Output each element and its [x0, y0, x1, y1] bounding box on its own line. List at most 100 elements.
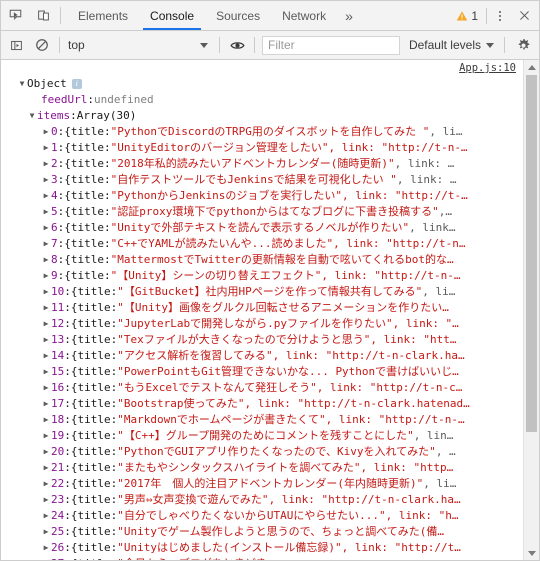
array-item-row[interactable]: 0: {title: "PythonでDiscordのTRPG用のダイスボットを… — [1, 124, 539, 140]
expand-arrow-icon[interactable] — [41, 348, 51, 364]
expand-arrow-icon[interactable] — [17, 76, 27, 92]
array-item-row[interactable]: 19: {title: "【C++】グループ開発のためにコメントを残すことにした… — [1, 428, 539, 444]
execution-context-select[interactable]: top — [64, 38, 215, 52]
array-item-title: "男声⇔女声変換で遊んでみた" — [117, 493, 269, 506]
array-item-row[interactable]: 1: {title: "UnityEditorのバージョン管理をしたい", li… — [1, 140, 539, 156]
expand-arrow-icon[interactable] — [41, 412, 51, 428]
array-item-row[interactable]: 22: {title: "2017年 個人的注目アドベントカレンダー(年内随時更… — [1, 476, 539, 492]
expand-arrow-icon[interactable] — [41, 332, 51, 348]
array-item-index: 26 — [51, 541, 65, 554]
clear-console-icon[interactable] — [29, 32, 55, 58]
gear-icon[interactable] — [509, 38, 537, 53]
expand-arrow-icon[interactable] — [41, 300, 51, 316]
array-item-row[interactable]: 10: {title: "【GitBucket】社内用HPページを作って情報共有… — [1, 284, 539, 300]
array-item-row[interactable]: 11: {title: "【Unity】画像をグルクル回転させるアニメーションを… — [1, 300, 539, 316]
tab-network[interactable]: Network — [271, 1, 337, 30]
array-item-separator: : — [64, 445, 71, 458]
expand-arrow-icon[interactable] — [41, 476, 51, 492]
filter-input[interactable]: Filter — [262, 35, 400, 55]
expand-arrow-icon[interactable] — [41, 428, 51, 444]
expand-arrow-icon[interactable] — [41, 220, 51, 236]
array-item-row[interactable]: 15: {title: "PowerPointもGit管理できないかな... P… — [1, 364, 539, 380]
expand-arrow-icon[interactable] — [41, 492, 51, 508]
tab-sources[interactable]: Sources — [205, 1, 271, 30]
array-item-index: 10 — [51, 285, 65, 298]
warning-count-badge[interactable]: 1 — [450, 9, 484, 23]
tab-console[interactable]: Console — [139, 1, 205, 30]
array-item-separator: : — [64, 365, 71, 378]
object-root-row[interactable]: Objecti — [1, 76, 539, 92]
array-item-index: 18 — [51, 413, 65, 426]
array-item-separator: : — [64, 301, 71, 314]
kebab-menu-icon[interactable] — [489, 10, 511, 21]
expand-arrow-icon[interactable] — [41, 204, 51, 220]
array-item-separator: : — [57, 141, 65, 154]
source-link[interactable]: App.js:10 — [459, 62, 516, 74]
expand-arrow-icon[interactable] — [41, 236, 51, 252]
array-item-separator: : — [64, 413, 71, 426]
info-badge-icon[interactable]: i — [71, 79, 82, 89]
expand-arrow-icon[interactable] — [41, 156, 51, 172]
expand-arrow-icon[interactable] — [41, 188, 51, 204]
array-item-row[interactable]: 16: {title: "もうExcelでテストなんて発狂しそう", link:… — [1, 380, 539, 396]
log-levels-select[interactable]: Default levels — [403, 38, 500, 52]
scroll-up-arrow-icon[interactable] — [524, 60, 539, 74]
expand-arrow-icon[interactable] — [41, 540, 51, 556]
expand-arrow-icon[interactable] — [41, 556, 51, 560]
live-expression-eye-icon[interactable] — [224, 32, 250, 58]
tab-elements[interactable]: Elements — [67, 1, 139, 30]
array-item-row[interactable]: 2: {title: "2018年私的読みたいアドベントカレンダー(随時更新)"… — [1, 156, 539, 172]
array-item-row[interactable]: 9: {title: "【Unity】シーンの切り替えエフェクト", link:… — [1, 268, 539, 284]
console-scrollbar[interactable] — [523, 60, 539, 560]
array-item-index: 7 — [51, 237, 58, 250]
more-tabs-label: » — [345, 7, 353, 24]
expand-arrow-icon[interactable] — [41, 444, 51, 460]
inspect-element-icon[interactable] — [1, 1, 29, 30]
array-item-index: 25 — [51, 525, 65, 538]
array-item-row[interactable]: 3: {title: "自作テストツールでもJenkinsで結果を可視化したい … — [1, 172, 539, 188]
array-item-row[interactable]: 23: {title: "男声⇔女声変換で遊んでみた", link: "http… — [1, 492, 539, 508]
array-item-separator: : — [57, 189, 65, 202]
scrollbar-thumb[interactable] — [526, 75, 537, 432]
expand-arrow-icon[interactable] — [41, 396, 51, 412]
expand-arrow-icon[interactable] — [27, 108, 37, 124]
expand-arrow-icon[interactable] — [41, 316, 51, 332]
console-sidebar-icon[interactable] — [3, 32, 29, 58]
array-item-row[interactable]: 18: {title: "Markdownでホームページが書きたくて", lin… — [1, 412, 539, 428]
array-item-row[interactable]: 20: {title: "PythonでGUIアプリ作りたくなったので、Kivy… — [1, 444, 539, 460]
device-toolbar-icon[interactable] — [29, 1, 57, 30]
array-item-row[interactable]: 17: {title: "Bootstrap使ってみた", link: "htt… — [1, 396, 539, 412]
array-item-row[interactable]: 5: {title: "認証proxy環境下でpythonからはてなブログに下書… — [1, 204, 539, 220]
more-tabs-chevron-icon[interactable]: » — [337, 1, 361, 30]
property-row-items[interactable]: items: Array(30) — [1, 108, 539, 124]
array-item-row[interactable]: 12: {title: "JupyterLabで開発しながら.pyファイルを作り… — [1, 316, 539, 332]
expand-arrow-icon[interactable] — [41, 364, 51, 380]
expand-arrow-icon[interactable] — [41, 508, 51, 524]
array-item-row[interactable]: 14: {title: "アクセス解析を復習してみる", link: "http… — [1, 348, 539, 364]
expand-arrow-icon[interactable] — [41, 380, 51, 396]
expand-arrow-icon[interactable] — [41, 252, 51, 268]
expand-arrow-icon[interactable] — [41, 140, 51, 156]
array-item-row[interactable]: 27: {title: "今日から、ブログをときどき… — [1, 556, 539, 560]
array-item-row[interactable]: 8: {title: "MattermostでTwitterの更新情報を自動で呟… — [1, 252, 539, 268]
expand-arrow-icon[interactable] — [41, 460, 51, 476]
array-item-prefix: {title: — [64, 157, 111, 170]
expand-arrow-icon[interactable] — [41, 284, 51, 300]
array-item-separator: : — [57, 157, 65, 170]
expand-arrow-icon[interactable] — [41, 524, 51, 540]
expand-arrow-icon[interactable] — [41, 268, 51, 284]
array-item-row[interactable]: 13: {title: "Texファイルが大きくなったので分けようと思う", l… — [1, 332, 539, 348]
expand-arrow-icon[interactable] — [41, 124, 51, 140]
tabbar-divider — [60, 7, 61, 24]
array-item-row[interactable]: 25: {title: "Unityでゲーム製作しようと思うので、ちょっと調べて… — [1, 524, 539, 540]
array-item-row[interactable]: 24: {title: "自分でしゃべりたくないからUTAUにやらせたい..."… — [1, 508, 539, 524]
console-message-list[interactable]: App.js:10 Objecti feedUrl: undefined ite… — [1, 60, 539, 560]
array-item-row[interactable]: 6: {title: "Unityで外部テキストを読んで表示するノベルが作りたい… — [1, 220, 539, 236]
array-item-row[interactable]: 7: {title: "C++でYAMLが読みたいんや...読めました", li… — [1, 236, 539, 252]
close-icon[interactable] — [511, 9, 537, 22]
array-item-row[interactable]: 21: {title: "またもやシンタックスハイライトを調べてみた", lin… — [1, 460, 539, 476]
expand-arrow-icon[interactable] — [41, 172, 51, 188]
array-item-row[interactable]: 4: {title: "PythonからJenkinsのジョブを実行したい", … — [1, 188, 539, 204]
array-item-row[interactable]: 26: {title: "Unityはじめました(インストール備忘録)", li… — [1, 540, 539, 556]
scroll-down-arrow-icon[interactable] — [524, 546, 539, 560]
